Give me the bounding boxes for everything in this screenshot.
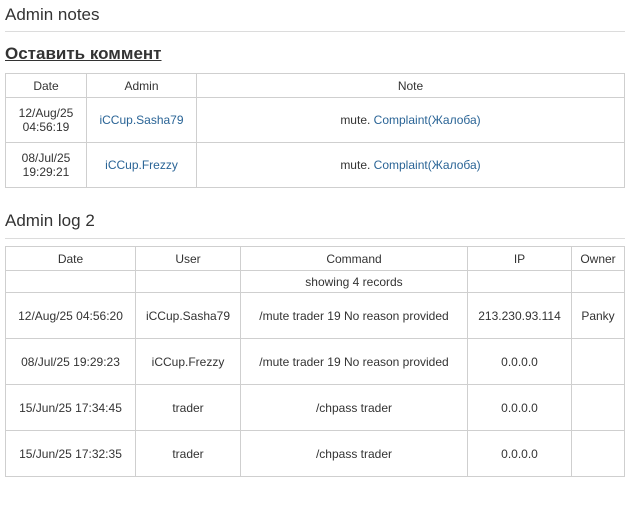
log-date: 15/Jun/25 17:32:35 — [5, 430, 136, 477]
log-date: 08/Jul/25 19:29:23 — [5, 338, 136, 385]
records-info-row: showing 4 records — [5, 270, 625, 293]
log-command: /mute trader 19 No reason provided — [240, 338, 468, 385]
table-row: 12/Aug/25 04:56:19 iCCup.Sasha79 mute. C… — [5, 97, 625, 143]
log-command: /mute trader 19 No reason provided — [240, 292, 468, 339]
complaint-link[interactable]: Complaint(Жалоба) — [374, 113, 481, 127]
leave-comment-link[interactable]: Оставить коммент — [5, 44, 162, 64]
log-command: /chpass trader — [240, 384, 468, 431]
admin-link[interactable]: iCCup.Sasha79 — [99, 113, 183, 127]
table-header-row: Date User Command IP Owner — [5, 246, 625, 271]
log-ip: 0.0.0.0 — [467, 430, 572, 477]
column-header-user: User — [135, 246, 241, 271]
note-text: mute. — [340, 158, 371, 172]
complaint-link[interactable]: Complaint(Жалоба) — [374, 158, 481, 172]
divider — [5, 238, 625, 239]
column-header-date: Date — [5, 246, 136, 271]
log-owner — [571, 338, 625, 385]
note-date-day: 12/Aug/25 — [18, 106, 74, 120]
column-header-note: Note — [196, 73, 625, 98]
column-header-date: Date — [5, 73, 87, 98]
log-user: iCCup.Frezzy — [135, 338, 241, 385]
log-owner — [571, 430, 625, 477]
table-row: 12/Aug/25 04:56:20 iCCup.Sasha79 /mute t… — [5, 292, 625, 339]
log-ip: 213.230.93.114 — [467, 292, 572, 339]
note-date-time: 04:56:19 — [22, 120, 70, 134]
admin-notes-table: Date Admin Note 12/Aug/25 04:56:19 iCCup… — [5, 73, 625, 188]
note-date: 12/Aug/25 04:56:19 — [5, 97, 87, 143]
records-count: showing 4 records — [240, 270, 468, 293]
log-ip: 0.0.0.0 — [467, 338, 572, 385]
divider — [5, 31, 625, 32]
log-owner: Panky — [571, 292, 625, 339]
table-row: 08/Jul/25 19:29:21 iCCup.Frezzy mute. Co… — [5, 142, 625, 188]
table-header-row: Date Admin Note — [5, 73, 625, 98]
log-user: iCCup.Sasha79 — [135, 292, 241, 339]
column-header-owner: Owner — [571, 246, 625, 271]
admin-link[interactable]: iCCup.Frezzy — [105, 158, 178, 172]
admin-log-heading: Admin log 2 — [5, 211, 95, 230]
log-date: 12/Aug/25 04:56:20 — [5, 292, 136, 339]
log-command: /chpass trader — [240, 430, 468, 477]
note-date: 08/Jul/25 19:29:21 — [5, 142, 87, 188]
admin-page: Admin notes Оставить коммент Date Admin … — [0, 0, 635, 512]
note-text: mute. — [340, 113, 371, 127]
column-header-ip: IP — [467, 246, 572, 271]
note-content: mute. Complaint(Жалоба) — [196, 142, 625, 188]
admin-notes-heading: Admin notes — [5, 5, 100, 24]
column-header-command: Command — [240, 246, 468, 271]
log-user: trader — [135, 384, 241, 431]
note-content: mute. Complaint(Жалоба) — [196, 97, 625, 143]
note-admin: iCCup.Frezzy — [86, 142, 197, 188]
note-admin: iCCup.Sasha79 — [86, 97, 197, 143]
column-header-admin: Admin — [86, 73, 197, 98]
admin-log-table: Date User Command IP Owner showing 4 rec… — [5, 246, 625, 477]
table-row: 15/Jun/25 17:34:45 trader /chpass trader… — [5, 384, 625, 431]
table-row: 15/Jun/25 17:32:35 trader /chpass trader… — [5, 430, 625, 477]
log-date: 15/Jun/25 17:34:45 — [5, 384, 136, 431]
note-date-time: 19:29:21 — [22, 165, 70, 179]
log-ip: 0.0.0.0 — [467, 384, 572, 431]
log-user: trader — [135, 430, 241, 477]
log-owner — [571, 384, 625, 431]
note-date-day: 08/Jul/25 — [21, 151, 71, 165]
table-row: 08/Jul/25 19:29:23 iCCup.Frezzy /mute tr… — [5, 338, 625, 385]
